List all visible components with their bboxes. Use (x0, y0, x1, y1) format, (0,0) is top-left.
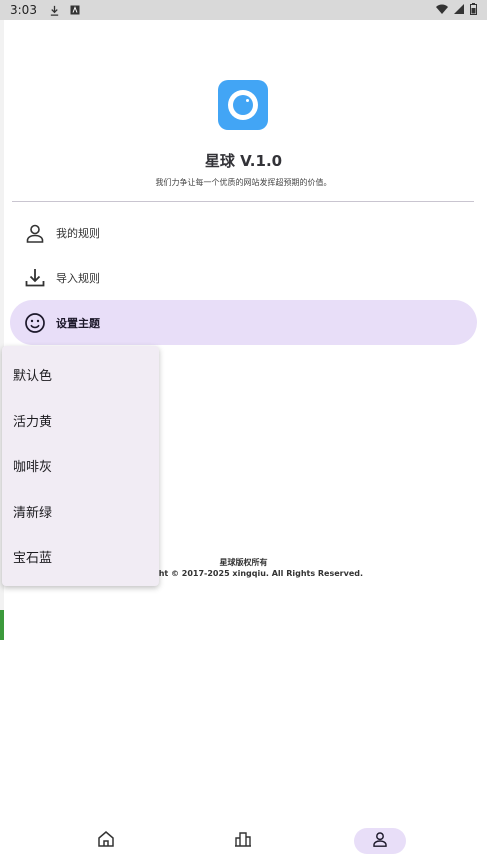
person-icon (24, 222, 46, 244)
menu-item-import-rules[interactable]: 导入规则 (10, 255, 477, 300)
download-icon (24, 267, 46, 289)
logo-ring (228, 90, 258, 120)
app-status-icon (69, 4, 81, 16)
nav-profile[interactable] (354, 828, 406, 854)
signal-icon (454, 3, 464, 17)
menu-item-label: 设置主题 (56, 316, 100, 330)
theme-dropdown-menu: 默认色 活力黄 咖啡灰 清新绿 宝石蓝 (2, 346, 159, 586)
theme-option-default[interactable]: 默认色 (2, 352, 159, 398)
download-status-icon (49, 4, 61, 16)
theme-option-green[interactable]: 清新绿 (2, 489, 159, 535)
nav-home[interactable] (80, 828, 132, 854)
app-logo (218, 80, 268, 130)
background-app-accent (0, 610, 4, 640)
app-subtitle: 我们力争让每一个优质的网站发挥超预期的价值。 (155, 178, 332, 187)
app-title: 星球 V.1.0 (204, 152, 283, 170)
smiley-icon (24, 312, 46, 334)
theme-option-gray[interactable]: 咖啡灰 (2, 443, 159, 489)
status-bar: 3:03 (0, 0, 487, 20)
theme-option-yellow[interactable]: 活力黄 (2, 398, 159, 444)
theme-option-blue[interactable]: 宝石蓝 (2, 534, 159, 580)
menu-item-set-theme[interactable]: 设置主题 (10, 300, 477, 345)
bottom-navigation (0, 820, 487, 860)
battery-icon (470, 2, 477, 18)
person-icon (372, 831, 388, 851)
status-time: 3:03 (10, 3, 37, 17)
home-icon (97, 830, 115, 852)
divider (12, 201, 474, 202)
buildings-icon (234, 830, 252, 852)
wifi-icon (436, 3, 448, 17)
logo-eye-icon (233, 95, 253, 115)
menu-item-label: 我的规则 (56, 226, 100, 240)
menu-item-label: 导入规则 (56, 271, 100, 285)
nav-explore[interactable] (217, 828, 269, 854)
menu-item-my-rules[interactable]: 我的规则 (10, 210, 477, 255)
